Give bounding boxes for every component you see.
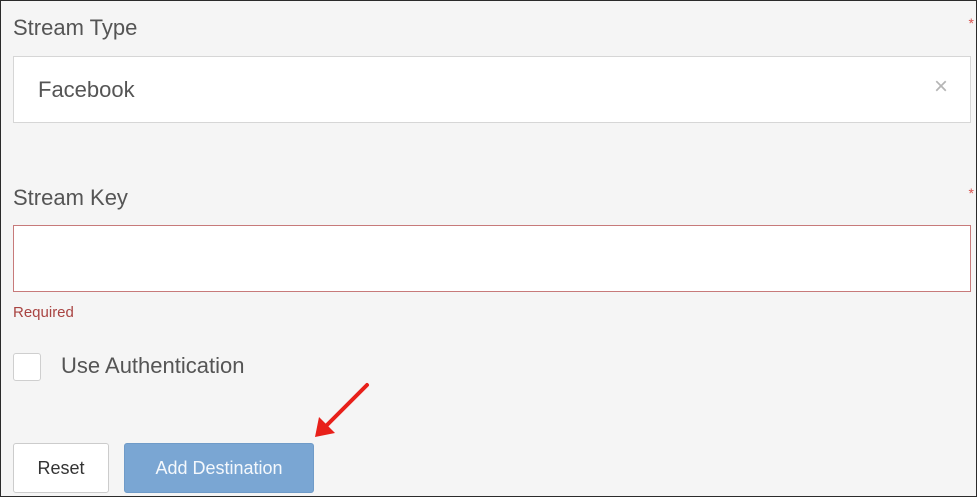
stream-key-required-marker: * xyxy=(968,185,974,201)
stream-key-error-message: Required xyxy=(13,304,74,321)
clear-icon[interactable]: × xyxy=(934,75,948,99)
stream-destination-form: Stream Type * Facebook × Stream Key * Re… xyxy=(0,0,977,497)
stream-type-required-marker: * xyxy=(968,15,974,31)
stream-key-label: Stream Key xyxy=(13,185,128,210)
use-authentication-label[interactable]: Use Authentication xyxy=(61,353,244,379)
stream-key-input[interactable] xyxy=(13,225,971,292)
stream-type-label: Stream Type xyxy=(13,15,138,40)
red-arrow-annotation-icon xyxy=(315,383,369,437)
reset-button[interactable]: Reset xyxy=(13,443,109,493)
stream-type-select[interactable]: Facebook × xyxy=(13,56,971,123)
use-authentication-checkbox[interactable] xyxy=(13,353,41,381)
add-destination-button[interactable]: Add Destination xyxy=(124,443,314,493)
stream-type-selected-value: Facebook xyxy=(38,77,135,102)
